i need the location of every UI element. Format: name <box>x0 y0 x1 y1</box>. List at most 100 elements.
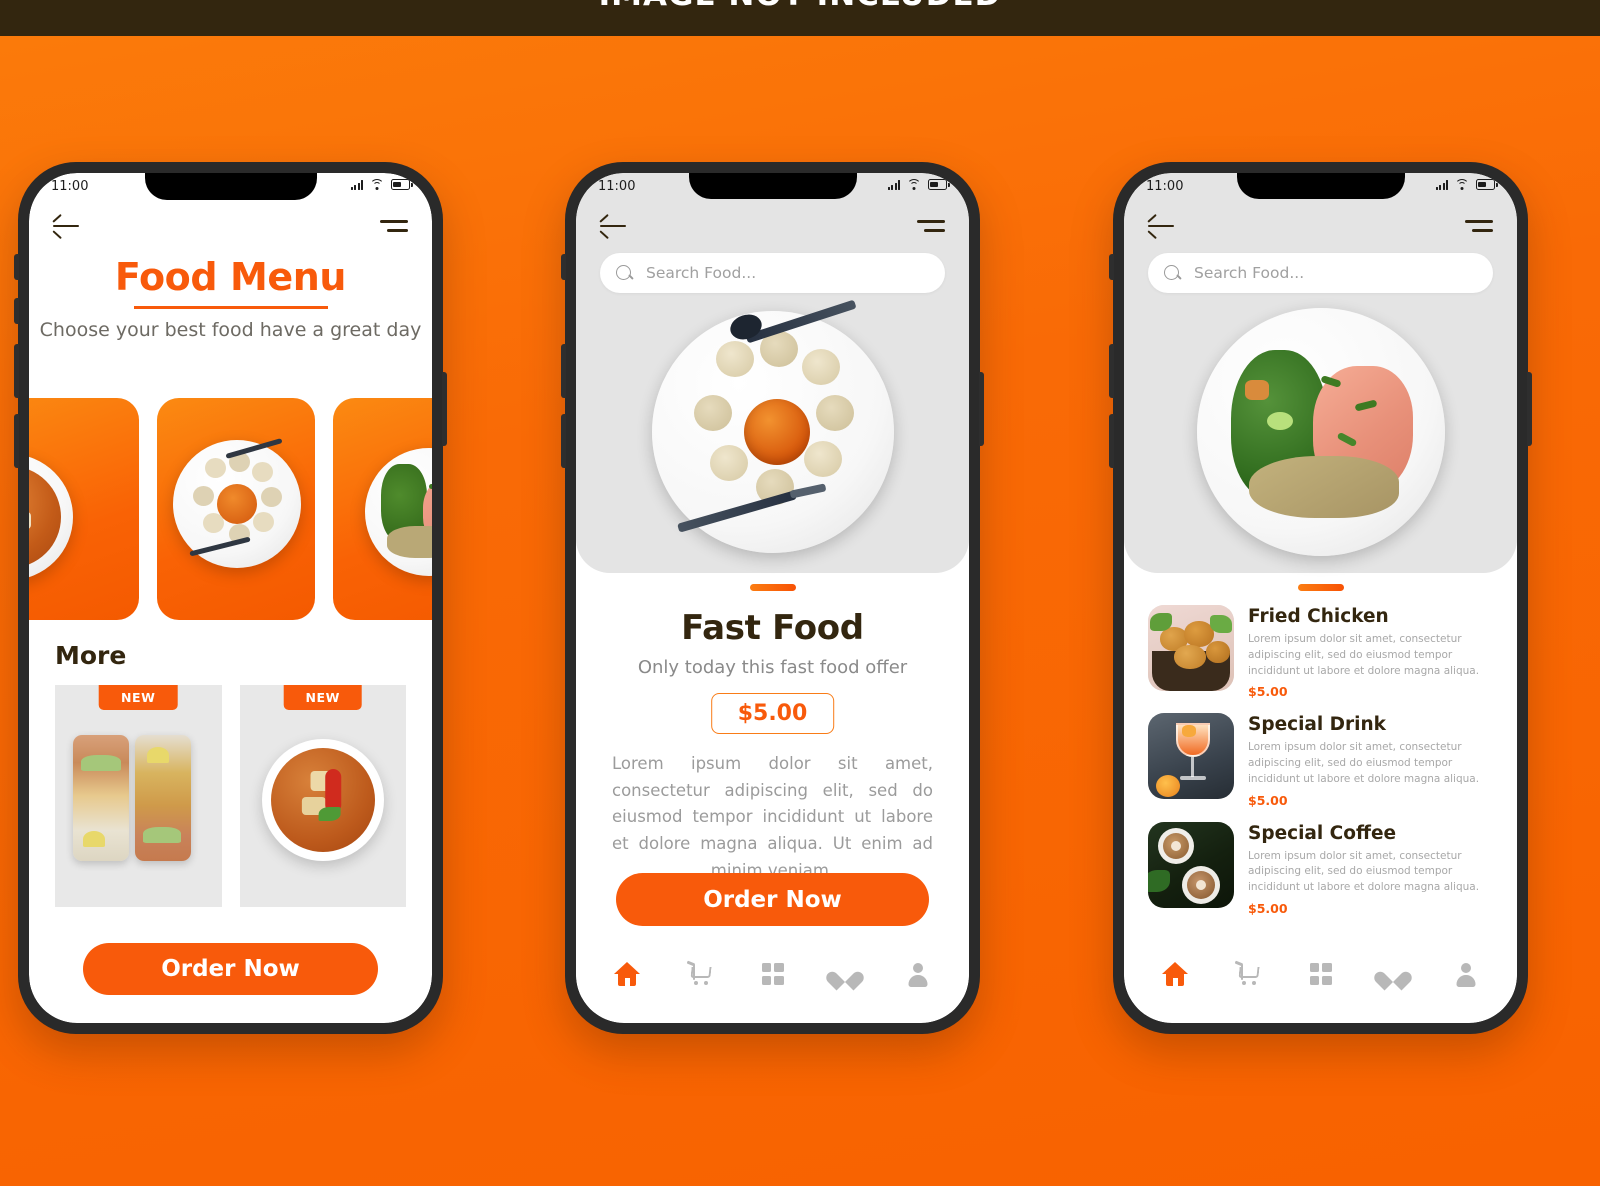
phone-mockup-list: 11:00 Search Food... Fried Chicken Lorem… <box>1109 162 1532 1034</box>
more-cards-row: NEW NEW <box>55 685 406 907</box>
screen-food-list: 11:00 Search Food... Fried Chicken Lorem… <box>1124 173 1517 1023</box>
price-badge: $5.00 <box>710 693 835 734</box>
nav-favorites[interactable] <box>828 957 862 991</box>
item-description: Lorem ipsum dolor sit amet, consectetur … <box>1248 741 1480 785</box>
page-subtitle: Choose your best food have a great day <box>39 319 422 341</box>
food-carousel[interactable] <box>29 398 432 620</box>
nav-home[interactable] <box>610 957 644 991</box>
item-thumbnail <box>1148 821 1234 908</box>
search-bar[interactable]: Search Food... <box>1148 253 1493 293</box>
status-time: 11:00 <box>51 179 89 194</box>
hero-food-image <box>1124 301 1517 563</box>
screen-food-detail: 11:00 Search Food... Fast Food Only toda… <box>576 173 969 1023</box>
person-icon <box>1455 962 1477 987</box>
page-title: Food Menu <box>114 255 347 299</box>
wifi-icon <box>370 179 384 190</box>
cart-icon <box>1234 960 1261 986</box>
list-item[interactable]: Special Coffee Lorem ipsum dolor sit ame… <box>1148 821 1497 916</box>
list-item[interactable]: Fried Chicken Lorem ipsum dolor sit amet… <box>1148 605 1497 699</box>
new-badge: NEW <box>98 685 178 710</box>
heart-icon <box>1381 964 1405 985</box>
screen-food-menu: 11:00 Food Menu Choose your best food ha… <box>29 173 432 1023</box>
nav-cart[interactable] <box>1231 957 1265 991</box>
phone2-volume-down <box>561 414 566 468</box>
back-arrow-icon[interactable] <box>599 213 626 240</box>
item-description: Lorem ipsum dolor sit amet, consectetur … <box>1248 849 1480 894</box>
bottom-nav-bar <box>576 951 969 997</box>
nav-profile[interactable] <box>1449 957 1483 991</box>
detail-subtitle: Only today this fast food offer <box>637 657 908 678</box>
title-underline <box>133 306 328 309</box>
item-thumbnail <box>1148 713 1234 800</box>
carousel-card[interactable] <box>29 398 139 620</box>
section-heading-more: More <box>55 641 127 670</box>
order-now-button[interactable]: Order Now <box>616 873 929 926</box>
item-thumbnail <box>1148 605 1234 691</box>
watermark-banner: IMAGE NOT INCLUDED <box>0 0 1600 36</box>
bottom-nav-bar <box>1124 951 1517 997</box>
item-price: $5.00 <box>1248 792 1288 808</box>
item-description: Lorem ipsum dolor sit amet, consectetur … <box>1248 633 1480 677</box>
signal-icon <box>1435 179 1448 190</box>
nav-categories[interactable] <box>1304 957 1338 991</box>
signal-icon <box>350 179 363 190</box>
search-bar[interactable]: Search Food... <box>600 253 945 293</box>
phone-mockup-detail: 11:00 Search Food... Fast Food Only toda… <box>561 162 984 1034</box>
grid-icon <box>761 963 784 985</box>
carousel-card[interactable] <box>157 398 315 620</box>
status-time: 11:00 <box>598 179 636 194</box>
signal-icon <box>887 179 900 190</box>
app-bar <box>1124 209 1517 243</box>
nav-profile[interactable] <box>901 957 935 991</box>
search-input[interactable]: Search Food... <box>1194 264 1304 282</box>
nav-home[interactable] <box>1158 957 1192 991</box>
detail-description: Lorem ipsum dolor sit amet, consectetur … <box>612 754 933 880</box>
back-arrow-icon[interactable] <box>1147 213 1174 240</box>
hamburger-menu-icon[interactable] <box>917 220 945 232</box>
hero-food-image <box>576 299 969 563</box>
battery-icon <box>391 179 413 190</box>
detail-title: Fast Food <box>681 608 864 648</box>
nav-cart[interactable] <box>683 957 717 991</box>
food-list: Fried Chicken Lorem ipsum dolor sit amet… <box>1148 605 1497 916</box>
status-time: 11:00 <box>1146 179 1184 194</box>
wifi-icon <box>907 179 921 190</box>
hamburger-menu-icon[interactable] <box>1465 220 1493 232</box>
item-name: Special Drink <box>1248 714 1386 736</box>
home-icon <box>1162 962 1188 986</box>
more-card[interactable]: NEW <box>55 685 222 907</box>
back-arrow-icon[interactable] <box>52 213 79 240</box>
more-card[interactable]: NEW <box>239 685 406 907</box>
phone1-power-button <box>442 372 447 446</box>
battery-icon <box>928 179 950 190</box>
watermark-text: IMAGE NOT INCLUDED <box>0 0 1600 12</box>
carousel-card[interactable] <box>333 398 432 620</box>
order-now-button[interactable]: Order Now <box>83 943 378 995</box>
status-bar: 11:00 <box>29 173 432 197</box>
list-item[interactable]: Special Drink Lorem ipsum dolor sit amet… <box>1148 713 1497 808</box>
grid-icon <box>1309 963 1332 985</box>
wifi-icon <box>1455 179 1469 190</box>
nav-categories[interactable] <box>756 957 790 991</box>
heart-icon <box>833 964 857 985</box>
cart-icon <box>686 960 713 986</box>
active-tab-indicator <box>749 584 796 591</box>
home-icon <box>614 962 640 986</box>
search-icon <box>1164 264 1181 282</box>
person-icon <box>907 962 929 987</box>
hamburger-menu-icon[interactable] <box>380 220 408 232</box>
phone1-mute-switch-2 <box>14 298 19 324</box>
phone1-volume-down <box>14 414 19 468</box>
app-bar <box>29 209 432 243</box>
phone1-mute-switch <box>14 254 19 280</box>
nav-favorites[interactable] <box>1376 957 1410 991</box>
phone3-power-button <box>1527 372 1532 446</box>
item-price: $5.00 <box>1248 684 1288 700</box>
phone3-volume-up <box>1109 344 1114 398</box>
phone2-power-button <box>979 372 984 446</box>
search-input[interactable]: Search Food... <box>646 264 756 282</box>
app-bar <box>576 209 969 243</box>
active-tab-indicator <box>1297 584 1344 591</box>
status-bar: 11:00 <box>1124 173 1517 197</box>
phone2-volume-up <box>561 344 566 398</box>
